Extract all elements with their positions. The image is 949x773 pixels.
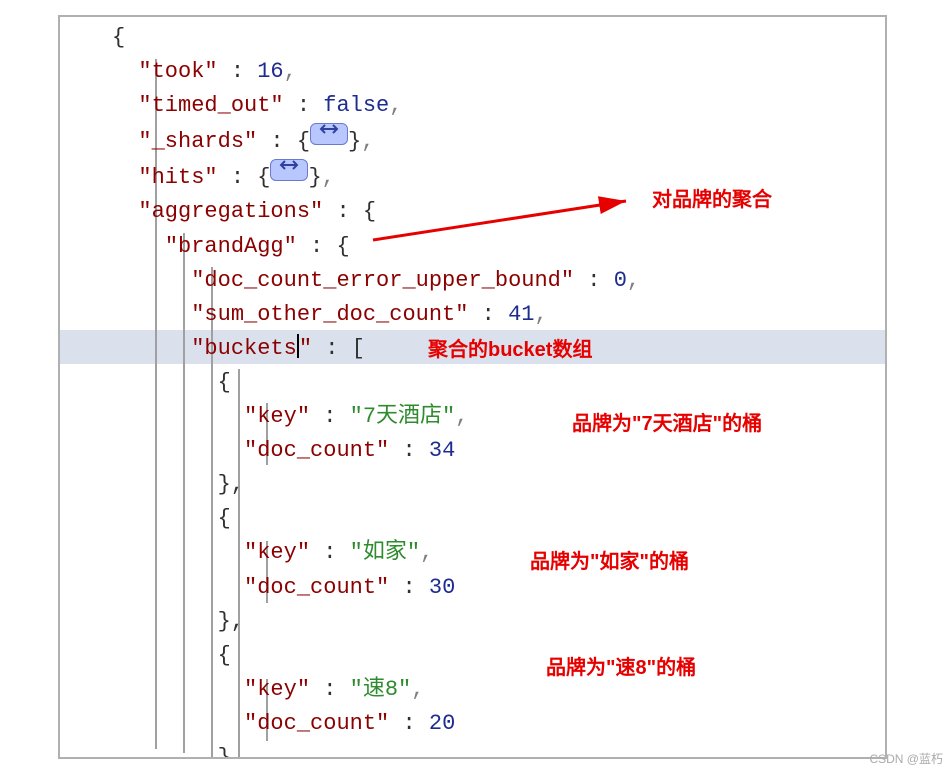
colon: : [312,336,352,361]
colon: : [218,165,258,190]
colon: : [389,711,429,736]
prop-shards: "_shards" [138,129,257,154]
brace-close: }, [218,472,244,497]
colon: : [389,438,429,463]
colon: : [323,199,363,224]
prop-brand-agg: "brandAgg" [165,234,297,259]
annotation-bucket-7days: 品牌为"7天酒店"的桶 [572,407,762,436]
comma: , [420,540,433,565]
colon: : [257,129,297,154]
fold-chip-icon[interactable] [270,159,308,181]
annotation-brand-agg: 对品牌的聚合 [652,183,772,212]
comma: , [455,404,468,429]
watermark: CSDN @蓝朽 [869,750,943,767]
comma: , [361,129,374,154]
annotation-arrow [368,195,636,245]
prop-timed-out: "timed_out" [138,93,283,118]
colon: : [297,234,337,259]
code-frame: { "took" : 16, "timed_out" : false, "_sh… [58,15,887,759]
prop-dcub: "doc_count_error_upper_bound" [191,268,574,293]
brace-open: { [336,234,349,259]
colon: : [284,93,324,118]
prop-hits: "hits" [138,165,217,190]
colon: : [468,302,508,327]
comma: , [627,268,640,293]
brace-close: }, [218,609,244,634]
comma: , [284,59,297,84]
prop-aggregations: "aggregations" [138,199,323,224]
code-block: { "took" : 16, "timed_out" : false, "_sh… [112,21,640,759]
prop-key: "key" [244,540,310,565]
colon: : [310,540,350,565]
prop-doc-count: "doc_count" [244,438,389,463]
brace-open: { [297,129,310,154]
comma: , [411,677,424,702]
val-b1-key: "7天酒店" [350,404,456,429]
comma: , [389,93,402,118]
val-b1-dc: 34 [429,438,455,463]
colon: : [310,404,350,429]
prop-took: "took" [138,59,217,84]
val-took: 16 [257,59,283,84]
val-b2-key: "如家" [350,540,420,565]
val-b3-key: "速8" [350,677,412,702]
val-b3-dc: 20 [429,711,455,736]
annotation-bucket-su8: 品牌为"速8"的桶 [546,651,696,680]
colon: : [389,575,429,600]
val-b2-dc: 30 [429,575,455,600]
prop-key: "key" [244,677,310,702]
brace-close: }, [218,745,244,759]
prop-key: "key" [244,404,310,429]
annotation-bucket-rujia: 品牌为"如家"的桶 [530,545,689,574]
prop-doc-count: "doc_count" [244,711,389,736]
annotation-buckets: 聚合的bucket数组 [428,333,592,362]
brace-open: { [218,506,231,531]
comma: , [322,165,335,190]
val-dcub: 0 [614,268,627,293]
brace-open: { [218,643,231,668]
colon: : [574,268,614,293]
bracket-open: [ [352,336,378,361]
prop-sodc: "sum_other_doc_count" [191,302,468,327]
prop-buckets: "buckets [191,336,297,361]
val-sodc: 41 [508,302,534,327]
colon: : [310,677,350,702]
quote: " [299,336,312,361]
colon: : [218,59,258,84]
brace-open: { [257,165,270,190]
prop-doc-count: "doc_count" [244,575,389,600]
brace-open: { [112,25,125,50]
fold-chip-icon[interactable] [310,123,348,145]
val-timed-out: false [323,93,389,118]
brace-open: { [218,370,231,395]
comma: , [534,302,547,327]
